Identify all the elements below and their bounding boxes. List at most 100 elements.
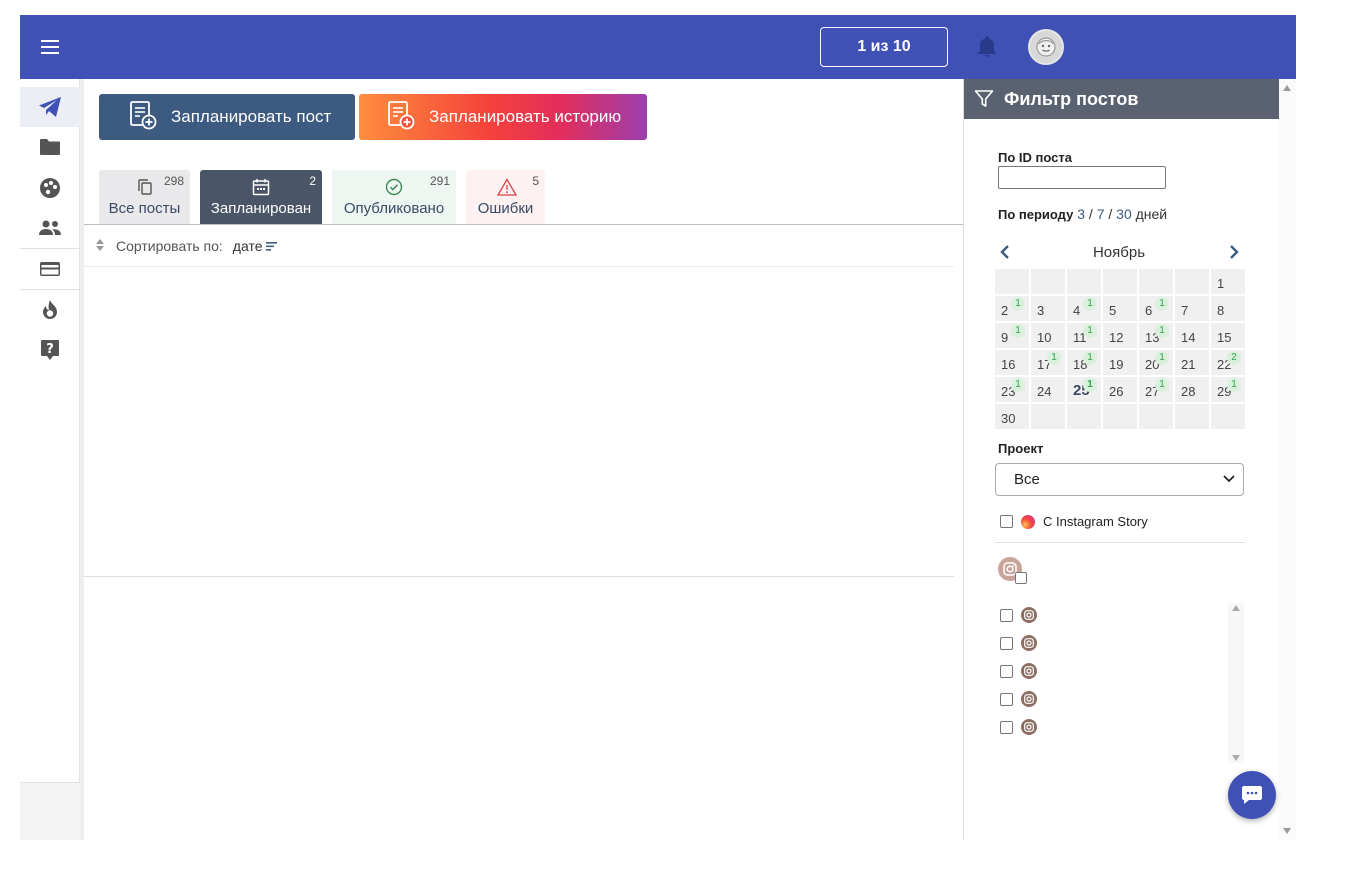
copy-icon xyxy=(136,178,154,196)
calendar-day-number: 12 xyxy=(1109,330,1124,345)
calendar-day-number: 14 xyxy=(1181,330,1196,345)
filter-title: Фильтр постов xyxy=(1004,88,1139,109)
calendar-day[interactable]: 18 1 xyxy=(1067,350,1101,375)
period-label: По периоду xyxy=(998,207,1074,222)
calendar-day[interactable]: 1 xyxy=(1211,269,1245,294)
calendar-day-number: 6 xyxy=(1145,303,1153,318)
calendar-day-number: 30 xyxy=(1001,411,1016,426)
avatar-icon[interactable] xyxy=(1028,29,1064,65)
tab-errors[interactable]: 5 Ошибки xyxy=(466,170,545,224)
send-icon[interactable] xyxy=(20,87,80,127)
chevron-left-icon[interactable] xyxy=(995,242,1015,262)
account-checkbox[interactable] xyxy=(1000,720,1013,734)
schedule-story-button[interactable]: Запланировать историю xyxy=(359,94,647,140)
schedule-post-button[interactable]: Запланировать пост xyxy=(99,94,355,140)
calendar-day[interactable]: 91 xyxy=(995,323,1029,348)
calendar-day[interactable]: 29 1 xyxy=(1211,377,1245,402)
fire-icon[interactable] xyxy=(20,290,80,330)
sort-toggle-icon[interactable] xyxy=(96,238,104,254)
calendar-day[interactable]: 3 xyxy=(1031,296,1065,321)
filter-icon xyxy=(974,90,994,107)
account-counter-button[interactable]: 1 из 10 xyxy=(820,27,948,67)
credit-card-icon[interactable] xyxy=(20,249,80,289)
calendar-day[interactable]: 30 xyxy=(995,404,1029,429)
sort-by-date-link[interactable]: дате xyxy=(233,238,278,254)
account-checkbox[interactable] xyxy=(1000,664,1013,678)
calendar-day[interactable]: 17 1 xyxy=(1031,350,1065,375)
calendar-day[interactable]: 16 xyxy=(995,350,1029,375)
project-select[interactable]: Все xyxy=(995,463,1244,496)
period-filter: По периоду 3 / 7 / 30 дней xyxy=(998,206,1167,222)
chat-button[interactable] xyxy=(1228,771,1276,819)
period-option-7[interactable]: 7 xyxy=(1097,206,1105,222)
calendar-day[interactable]: 26 xyxy=(1103,377,1137,402)
calendar-empty-cell xyxy=(1139,269,1173,294)
calendar-day[interactable]: 13 1 xyxy=(1139,323,1173,348)
calendar-day[interactable]: 25 1 xyxy=(1067,377,1101,402)
account-list-scrollbar[interactable] xyxy=(1228,603,1244,763)
calendar-day[interactable]: 23 1 xyxy=(995,377,1029,402)
calendar-day[interactable]: 5 xyxy=(1103,296,1137,321)
calendar-post-count-badge: 1 xyxy=(1083,324,1097,338)
sort-value-text: дате xyxy=(232,237,263,254)
calendar-day[interactable]: 8 xyxy=(1211,296,1245,321)
calendar-day[interactable]: 15 xyxy=(1211,323,1245,348)
help-icon[interactable]: ? xyxy=(20,330,80,370)
account-checkbox[interactable] xyxy=(1000,692,1013,706)
calendar-day[interactable]: 41 xyxy=(1067,296,1101,321)
calendar-post-count-badge: 1 xyxy=(1155,297,1169,311)
instagram-story-checkbox[interactable] xyxy=(1000,515,1013,528)
calendar-day[interactable]: 20 1 xyxy=(1139,350,1173,375)
folder-icon[interactable] xyxy=(20,127,80,167)
bell-icon[interactable] xyxy=(977,36,997,58)
instagram-icon xyxy=(1021,635,1037,651)
tab-scheduled[interactable]: 2 Запланирован xyxy=(200,170,322,224)
tab-count: 291 xyxy=(429,174,450,188)
select-all-accounts-checkbox[interactable] xyxy=(1015,572,1027,584)
period-option-30[interactable]: 30 xyxy=(1116,206,1132,222)
calendar-day[interactable]: 7 xyxy=(1175,296,1209,321)
calendar-day[interactable]: 14 xyxy=(1175,323,1209,348)
calendar-day[interactable]: 61 xyxy=(1139,296,1173,321)
calendar-day[interactable]: 21 xyxy=(995,296,1029,321)
calendar-post-count-badge: 1 xyxy=(1011,324,1025,338)
calendar-day-number: 7 xyxy=(1181,303,1189,318)
calendar-post-count-badge: 1 xyxy=(1011,297,1025,311)
calendar-post-count-badge: 1 xyxy=(1083,378,1097,392)
sort-bar: Сортировать по: дате xyxy=(84,225,954,267)
instagram-story-icon xyxy=(1021,514,1035,529)
calendar-day[interactable]: 22 2 xyxy=(1211,350,1245,375)
calendar-day[interactable]: 10 xyxy=(1031,323,1065,348)
calendar-post-count-badge: 1 xyxy=(1011,378,1025,392)
calendar-day[interactable]: 21 xyxy=(1175,350,1209,375)
calendar-day[interactable]: 24 xyxy=(1031,377,1065,402)
post-id-input[interactable] xyxy=(998,166,1166,189)
calendar-day[interactable]: 27 1 xyxy=(1139,377,1173,402)
instagram-story-filter: С Instagram Story xyxy=(1000,514,1148,529)
post-id-label: По ID поста xyxy=(998,150,1072,165)
calendar-day[interactable]: 19 xyxy=(1103,350,1137,375)
tab-all-posts[interactable]: 298 Все посты xyxy=(99,170,190,224)
calendar-day[interactable]: 11 1 xyxy=(1067,323,1101,348)
calendar-empty-cell xyxy=(1175,269,1209,294)
chevron-right-icon[interactable] xyxy=(1224,242,1244,262)
account-checkbox[interactable] xyxy=(1000,636,1013,650)
chat-icon xyxy=(1242,786,1262,804)
people-icon[interactable] xyxy=(20,208,80,248)
calendar-day-number: 5 xyxy=(1109,303,1117,318)
calendar-day[interactable]: 28 xyxy=(1175,377,1209,402)
calendar-post-count-badge: 1 xyxy=(1083,351,1097,365)
hamburger-icon[interactable] xyxy=(20,15,80,79)
calendar-empty-cell xyxy=(1103,404,1137,429)
calendar-post-count-badge: 1 xyxy=(1155,351,1169,365)
calendar-day-number: 4 xyxy=(1073,303,1081,318)
palette-icon[interactable] xyxy=(20,168,80,208)
account-checkbox[interactable] xyxy=(1000,608,1013,622)
period-unit: дней xyxy=(1135,206,1168,222)
calendar-empty-cell xyxy=(1103,269,1137,294)
calendar-day[interactable]: 12 xyxy=(1103,323,1137,348)
page-scrollbar[interactable] xyxy=(1279,79,1296,840)
calendar-post-count-badge: 2 xyxy=(1227,351,1241,365)
period-option-3[interactable]: 3 xyxy=(1077,206,1085,222)
tab-published[interactable]: 291 Опубликовано xyxy=(332,170,456,224)
